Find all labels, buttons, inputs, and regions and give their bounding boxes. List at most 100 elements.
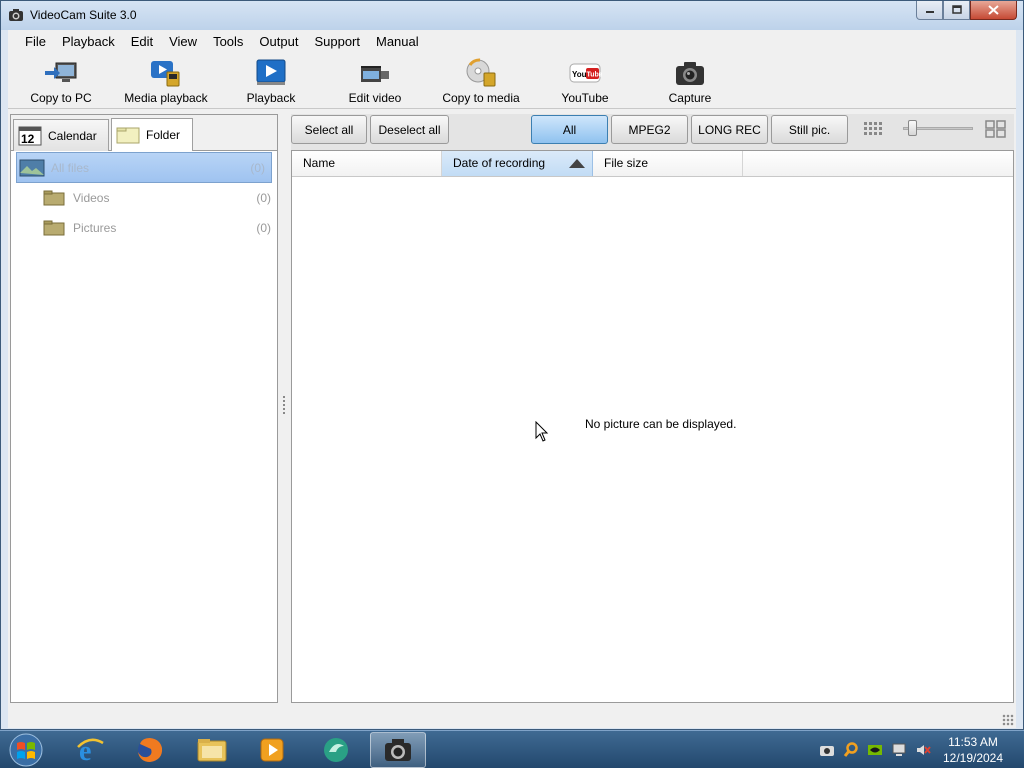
taskbar-internet-explorer[interactable]: e: [62, 732, 118, 768]
menu-edit[interactable]: Edit: [123, 30, 161, 54]
filter-all-button[interactable]: All: [531, 115, 608, 144]
column-file-size[interactable]: File size: [593, 151, 743, 176]
playback-icon: [256, 59, 286, 85]
select-all-button[interactable]: Select all: [291, 115, 367, 144]
all-files-image-icon: [19, 159, 45, 176]
pane-splitter[interactable]: [280, 114, 288, 703]
app-window: VideoCam Suite 3.0 File Playback Edit Vi…: [0, 0, 1024, 730]
menu-tools[interactable]: Tools: [205, 30, 251, 54]
taskbar-clock[interactable]: 11:53 AM 12/19/2024: [928, 734, 1018, 766]
youtube-button[interactable]: You Tube YouTube: [535, 56, 635, 108]
menu-manual[interactable]: Manual: [368, 30, 427, 54]
deselect-all-button[interactable]: Deselect all: [370, 115, 449, 144]
tray-search-icon[interactable]: [843, 742, 859, 758]
maximize-button[interactable]: [943, 1, 970, 20]
taskbar-videocam-suite[interactable]: [370, 732, 426, 768]
edit-video-label: Edit video: [348, 91, 402, 105]
tray-nvidia-icon[interactable]: [867, 742, 883, 758]
folder-icon: [43, 190, 65, 206]
calendar-icon: 12: [18, 126, 42, 146]
tree-item-count: (0): [250, 160, 265, 175]
copy-to-media-button[interactable]: Copy to media: [431, 56, 531, 108]
folder-icon: [116, 127, 140, 144]
clock-time: 11:53 AM: [948, 735, 998, 749]
tray-network-icon[interactable]: [891, 742, 907, 758]
tab-folder[interactable]: Folder: [111, 118, 193, 151]
mouse-cursor-icon: [535, 421, 549, 442]
taskbar-media-player[interactable]: [244, 732, 300, 768]
empty-list-message: No picture can be displayed.: [585, 417, 737, 431]
small-thumbnails-icon[interactable]: [863, 121, 883, 137]
folder-tree: All files (0) Videos (0) Pictures (0): [11, 152, 277, 243]
menu-playback[interactable]: Playback: [54, 30, 123, 54]
start-button[interactable]: [6, 731, 46, 768]
tree-item-videos[interactable]: Videos (0): [11, 183, 277, 213]
tree-item-label: Pictures: [73, 221, 117, 235]
tray-camera-icon[interactable]: [819, 742, 835, 758]
tree-item-count: (0): [256, 221, 271, 235]
menu-output[interactable]: Output: [251, 30, 306, 54]
minimize-icon: [925, 11, 934, 13]
tab-calendar[interactable]: 12 Calendar: [13, 119, 109, 151]
firefox-icon: [138, 738, 163, 762]
taskbar-app-green[interactable]: [308, 732, 364, 768]
media-playback-label: Media playback: [124, 91, 208, 105]
copy-to-media-icon: [466, 58, 496, 87]
media-player-icon: [260, 738, 284, 762]
title-bar[interactable]: VideoCam Suite 3.0: [1, 1, 1023, 30]
tree-item-all-files[interactable]: All files (0): [16, 152, 272, 183]
close-button[interactable]: [970, 1, 1017, 20]
column-date-of-recording[interactable]: Date of recording: [442, 151, 593, 176]
internet-explorer-icon: e: [77, 736, 104, 765]
list-header: Name Date of recording File size: [292, 151, 1013, 177]
playback-label: Playback: [246, 91, 296, 105]
maximize-icon: [951, 5, 962, 14]
taskbar: e 11:53 AM 12/19/2024: [0, 730, 1024, 768]
file-explorer-icon: [197, 739, 227, 762]
client-area: File Playback Edit View Tools Output Sup…: [8, 30, 1016, 728]
tree-item-label: Videos: [73, 191, 110, 205]
filter-mpeg2-button[interactable]: MPEG2: [611, 115, 688, 144]
main-toolbar: Copy to PC Media playback Playback Edit …: [8, 54, 1016, 109]
menu-file[interactable]: File: [17, 30, 54, 54]
copy-to-media-label: Copy to media: [442, 91, 520, 105]
thumbnail-size-slider-thumb[interactable]: [908, 120, 917, 136]
tree-item-pictures[interactable]: Pictures (0): [11, 213, 277, 243]
capture-label: Capture: [668, 91, 712, 105]
tree-item-label: All files: [51, 160, 90, 175]
taskbar-firefox[interactable]: [122, 732, 178, 768]
tab-folder-label: Folder: [146, 128, 181, 142]
media-playback-icon: [151, 61, 180, 87]
menu-support[interactable]: Support: [306, 30, 368, 54]
file-list[interactable]: Name Date of recording File size No pict…: [291, 150, 1014, 703]
windows-logo-icon: [9, 733, 43, 767]
resize-grip[interactable]: [1002, 714, 1014, 726]
tree-item-count: (0): [256, 191, 271, 205]
menu-view[interactable]: View: [161, 30, 205, 54]
copy-to-pc-button[interactable]: Copy to PC: [11, 56, 111, 108]
svg-text:Tube: Tube: [587, 72, 603, 79]
filter-still-pic-button[interactable]: Still pic.: [771, 115, 848, 144]
large-thumbnails-icon[interactable]: [985, 120, 1007, 138]
column-name[interactable]: Name: [292, 151, 442, 176]
green-bird-icon: [324, 738, 348, 762]
status-bar: [8, 706, 1016, 728]
taskbar-file-explorer[interactable]: [184, 732, 240, 768]
navigation-pane: 12 Calendar Folder All files (0) Videos …: [10, 114, 278, 703]
clock-date: 12/19/2024: [942, 751, 1004, 765]
sort-ascending-icon: [569, 159, 585, 168]
minimize-button[interactable]: [916, 1, 943, 20]
list-toolbar: Select all Deselect all All MPEG2 LONG R…: [291, 114, 1014, 150]
edit-video-button[interactable]: Edit video: [325, 56, 425, 108]
capture-button[interactable]: Capture: [640, 56, 740, 108]
filter-long-rec-button[interactable]: LONG REC: [691, 115, 768, 144]
videocam-camera-icon: [385, 739, 411, 761]
splitter-grip: [283, 396, 285, 414]
app-camera-icon: [9, 9, 23, 21]
media-playback-button[interactable]: Media playback: [116, 56, 216, 108]
nav-tabs: 12 Calendar Folder: [11, 115, 277, 151]
column-date-label: Date of recording: [453, 156, 546, 170]
youtube-icon: You Tube: [569, 63, 603, 83]
copy-to-pc-icon: [45, 62, 77, 82]
playback-button[interactable]: Playback: [221, 56, 321, 108]
